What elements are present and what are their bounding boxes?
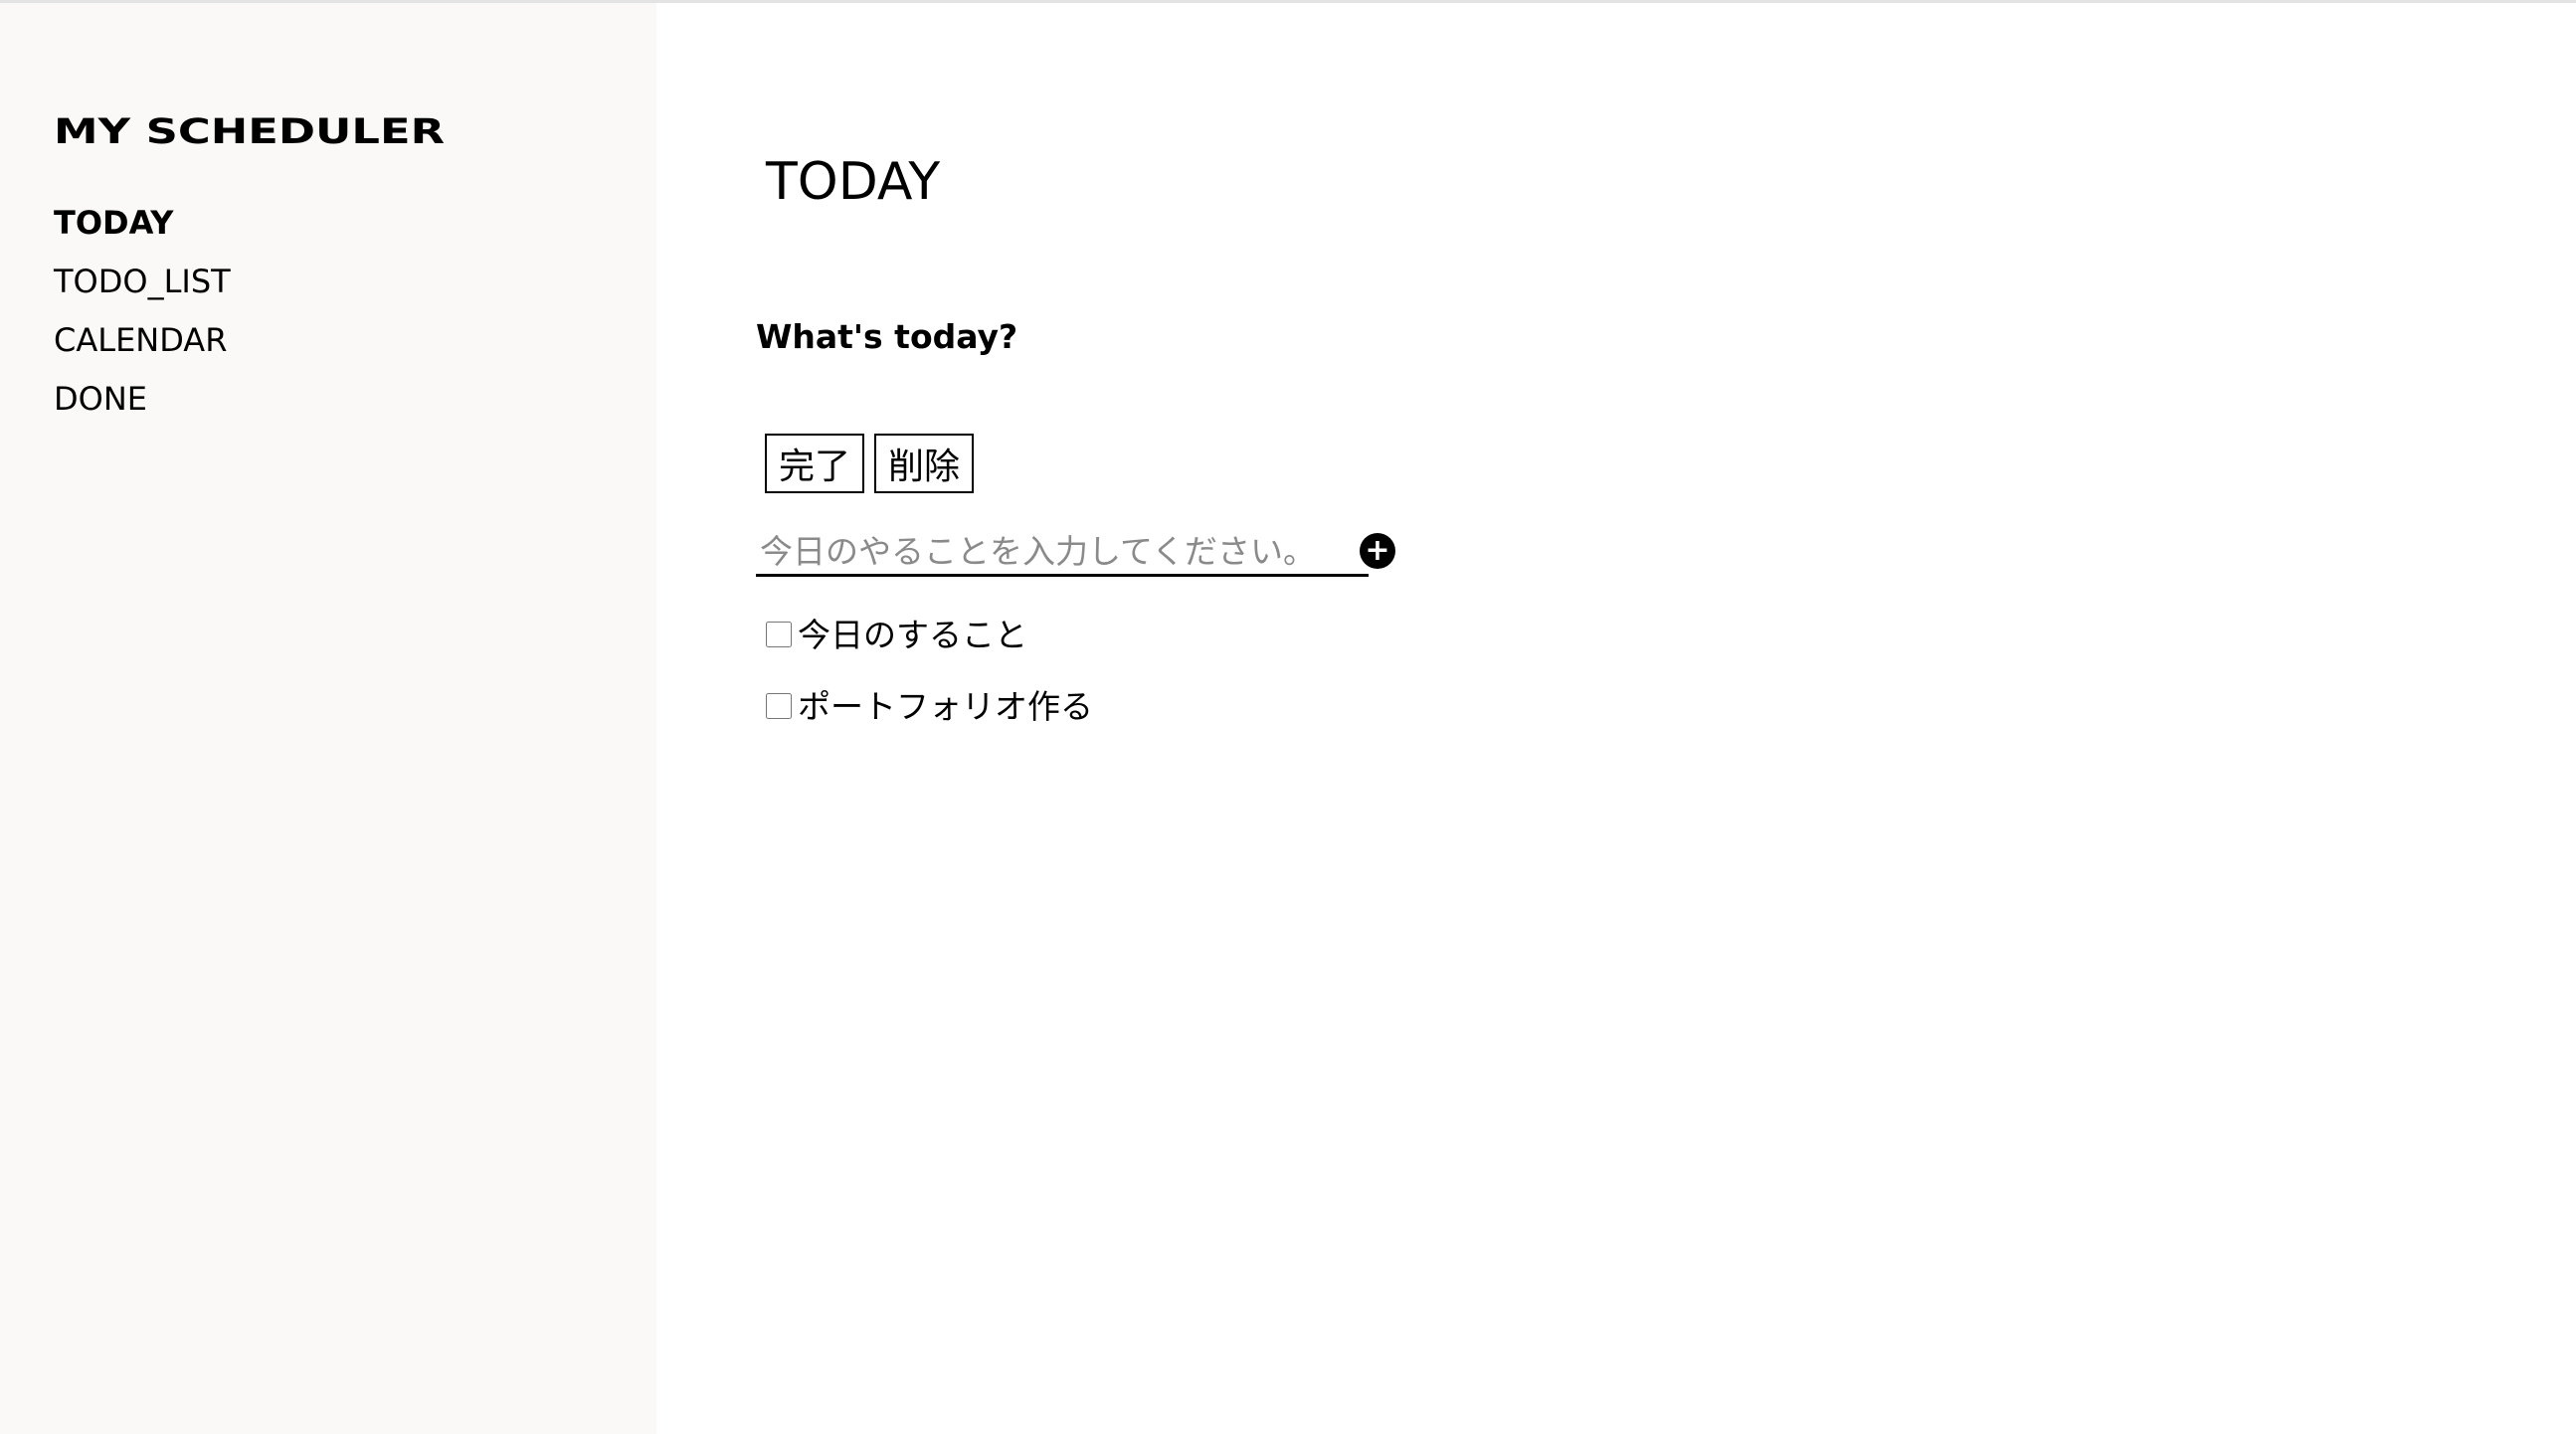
sidebar-item-done[interactable]: DONE — [54, 378, 231, 437]
prompt-heading: What's today? — [756, 317, 1018, 356]
task-checkbox[interactable] — [766, 693, 792, 719]
delete-button[interactable]: 削除 — [874, 434, 974, 493]
sidebar-item-todo-list[interactable]: TODO_LIST — [54, 261, 231, 319]
sidebar-item-today[interactable]: TODAY — [54, 202, 231, 261]
plus-circle-icon[interactable]: + — [1360, 533, 1395, 569]
sidebar-nav: TODAY TODO_LIST CALENDAR DONE — [54, 202, 231, 437]
task-list: 今日のすること ポートフォリオ作る — [766, 614, 1093, 757]
task-label: ポートフォリオ作る — [798, 687, 1093, 726]
list-item: ポートフォリオ作る — [766, 685, 1093, 757]
sidebar-item-calendar[interactable]: CALENDAR — [54, 319, 231, 378]
list-item: 今日のすること — [766, 614, 1093, 685]
app-logo: MY SCHEDULER — [54, 112, 446, 152]
task-label: 今日のすること — [798, 616, 1027, 654]
page-title: TODAY — [766, 152, 941, 212]
task-checkbox[interactable] — [766, 622, 792, 647]
todo-input[interactable] — [756, 528, 1369, 577]
sidebar: MY SCHEDULER TODAY TODO_LIST CALENDAR DO… — [0, 3, 656, 1434]
main-content: TODAY What's today? 完了 削除 + 今日のすること ポートフ… — [656, 3, 2576, 1434]
complete-button[interactable]: 完了 — [765, 434, 864, 493]
